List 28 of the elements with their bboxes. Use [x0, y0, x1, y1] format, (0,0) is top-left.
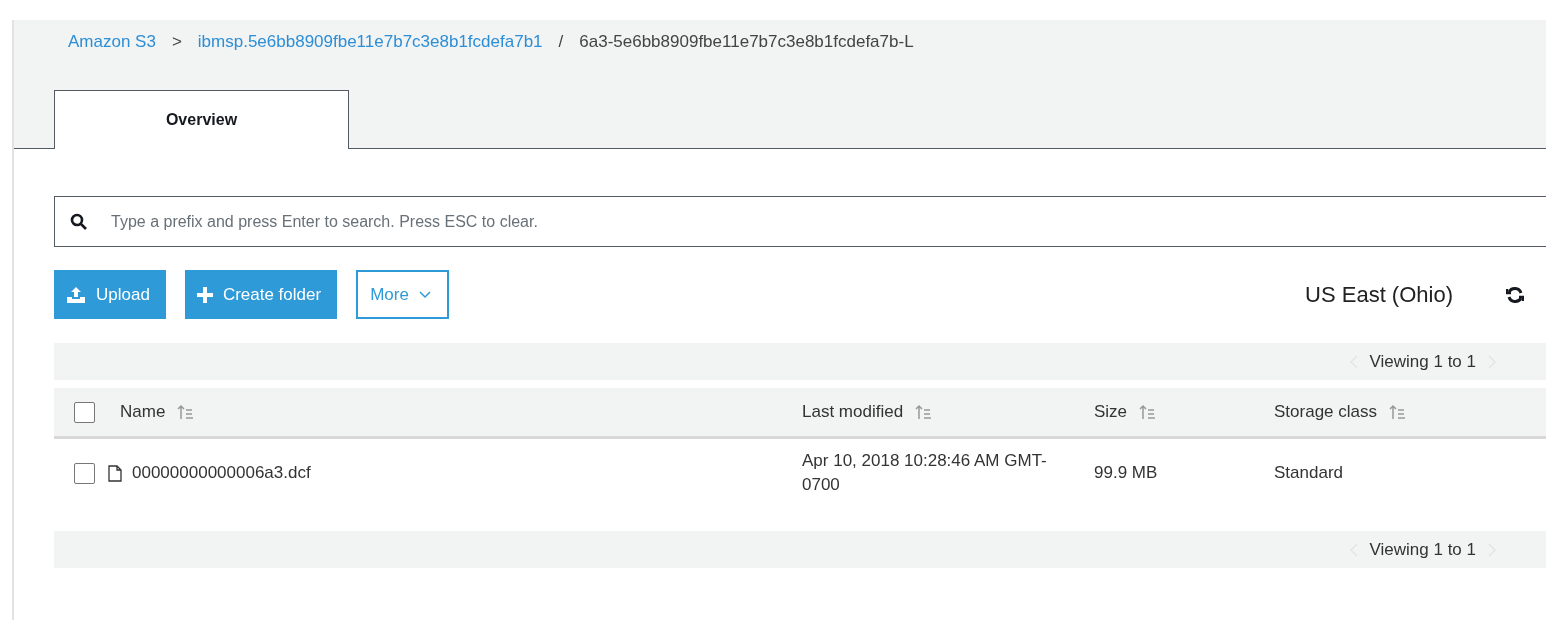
breadcrumb-separator: /	[558, 32, 564, 52]
table-cell-text: Apr 10, 2018 10:28:46 AM GMT-0700	[802, 450, 1048, 496]
caret-icon	[418, 290, 431, 299]
sort-icon[interactable]	[177, 404, 195, 420]
refresh-icon[interactable]	[1506, 285, 1524, 304]
search-icon	[70, 213, 87, 230]
tab[interactable]: Overview	[54, 90, 349, 149]
sort-icon[interactable]	[1389, 404, 1406, 420]
column-header[interactable]: Size	[1094, 402, 1128, 422]
sort-icon[interactable]	[1139, 404, 1157, 420]
table-cell-text: 99.9 MB	[1094, 462, 1159, 484]
plus-icon	[196, 286, 213, 303]
sort-icon[interactable]	[915, 404, 933, 420]
upload-icon	[66, 285, 86, 304]
breadcrumb-current: 6a3-5e6bb8909fbe11e7b7c3e8b1fcdefa7b-L	[579, 32, 914, 52]
file-icon	[108, 464, 122, 482]
file-name[interactable]: 00000000000006a3.dcf	[132, 461, 311, 485]
breadcrumb-separator: >	[171, 32, 182, 52]
column-header[interactable]: Name	[120, 402, 166, 422]
search-field[interactable]: Type a prefix and press Enter to search. Press ESC to clear.	[54, 196, 1546, 247]
checkbox[interactable]	[74, 401, 95, 423]
checkbox[interactable]	[74, 462, 95, 484]
column-header[interactable]: Storage class	[1274, 402, 1377, 422]
column-header[interactable]: Last modified	[802, 402, 904, 422]
region-label: US East (Ohio)	[1305, 281, 1453, 308]
pagination-text: Viewing 1 to 1	[1369, 539, 1476, 560]
pagination-text: Viewing 1 to 1	[1369, 351, 1476, 372]
table-cell-text: Standard	[1274, 462, 1344, 484]
